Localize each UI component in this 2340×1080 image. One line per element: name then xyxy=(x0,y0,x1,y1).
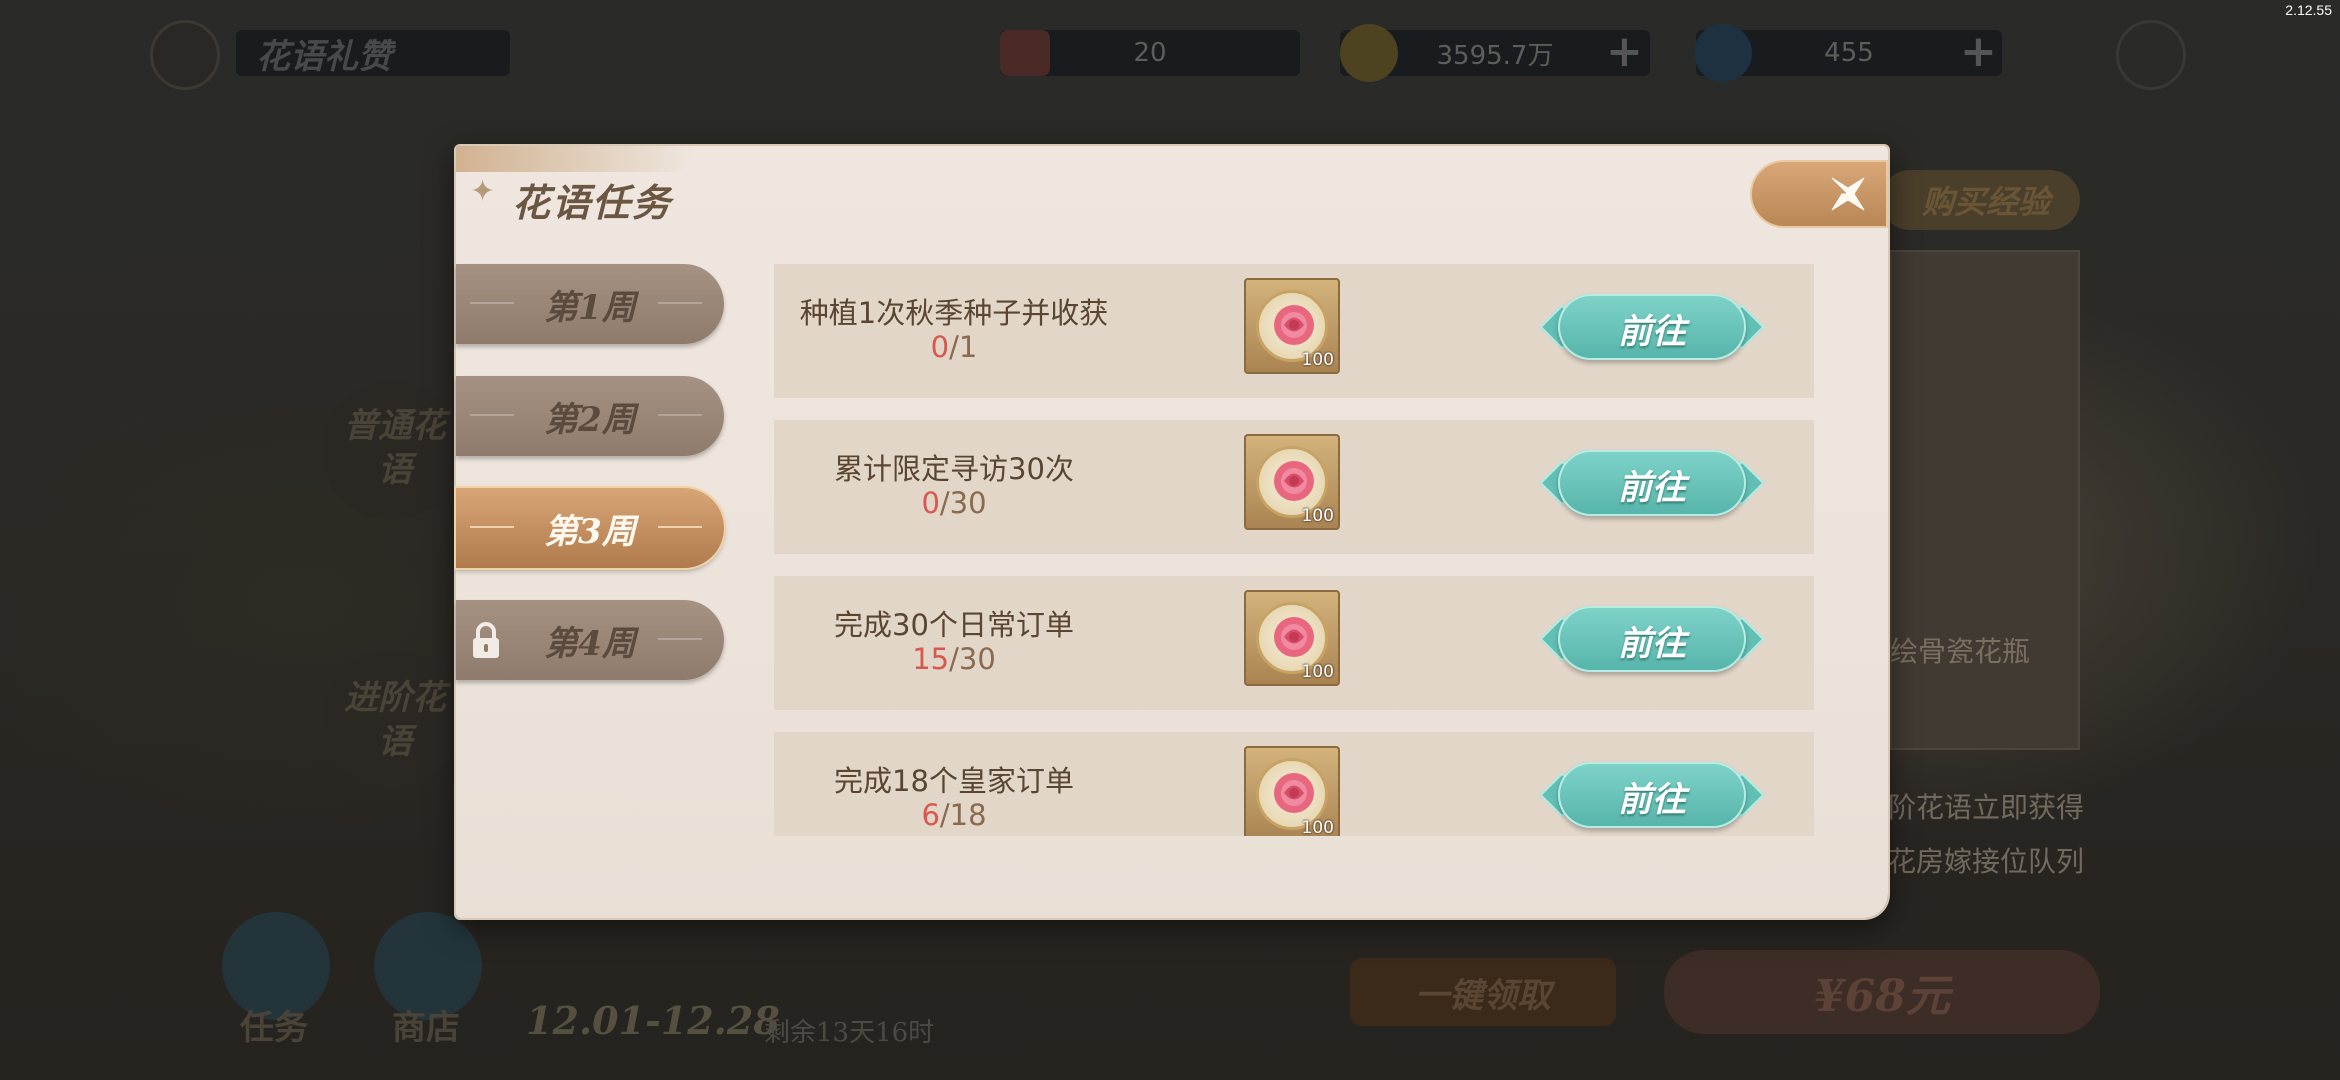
go-button-label: 前往 xyxy=(1618,312,1686,352)
buy-advanced-button[interactable]: ¥68元 xyxy=(1664,950,2100,1034)
tab-normal-flower[interactable]: 普通花语 xyxy=(340,404,450,492)
sparkle-icon: ✦ xyxy=(470,174,496,209)
add-gold-icon[interactable]: + xyxy=(1606,30,1643,74)
task-progress-current: 0 xyxy=(921,486,940,520)
price-label: ¥68元 xyxy=(1814,971,1950,1022)
ticket-icon xyxy=(1000,30,1050,76)
tab-week-3[interactable]: 第3周 xyxy=(456,488,724,568)
task-progress-total: /30 xyxy=(939,486,987,520)
task-name: 完成18个皇家订单 xyxy=(834,764,1074,798)
reward-item[interactable]: 100 xyxy=(1244,278,1340,374)
task-row: 完成18个皇家订单 6/18 100 前往 xyxy=(774,732,1814,836)
reward-quantity: 100 xyxy=(1301,350,1334,370)
task-progress-total: /30 xyxy=(949,642,996,676)
go-button[interactable]: 前往 xyxy=(1539,292,1765,362)
rose-icon xyxy=(1274,461,1314,501)
go-button-label: 前往 xyxy=(1618,468,1686,508)
go-button-label: 前往 xyxy=(1618,780,1686,820)
task-progress: 15/30 xyxy=(774,642,1134,676)
event-date-range: 12.01-12.28 xyxy=(526,998,780,1043)
reward-quantity: 100 xyxy=(1301,662,1334,682)
event-remaining: 剩余13天16时 xyxy=(764,1018,935,1048)
claim-all-button[interactable]: 一键领取 xyxy=(1350,958,1616,1026)
tab-advanced-flower[interactable]: 进阶花语 xyxy=(340,676,450,764)
promo-line-2: 花房嫁接位队列 xyxy=(1888,845,2085,878)
reward-item[interactable]: 100 xyxy=(1244,590,1340,686)
go-button[interactable]: 前往 xyxy=(1539,604,1765,674)
ticket-value: 20 xyxy=(1133,38,1167,68)
task-name: 种植1次秋季种子并收获 xyxy=(799,296,1109,330)
task-row: 完成30个日常订单 15/30 100 前往 xyxy=(774,576,1814,710)
version-label: 2.12.55 xyxy=(2285,2,2332,18)
task-name: 累计限定寻访30次 xyxy=(834,452,1074,486)
reward-quantity: 100 xyxy=(1301,506,1334,526)
shop-nav-label[interactable]: 商店 xyxy=(392,1000,460,1049)
tab-week-1[interactable]: 第1周 xyxy=(456,264,724,344)
task-row: 种植1次秋季种子并收获 0/1 100 前往 xyxy=(774,264,1814,398)
tab-week-2-label: 第2周 xyxy=(544,399,636,440)
buy-exp-button[interactable]: 购买经验 xyxy=(1880,170,2080,230)
task-nav-label[interactable]: 任务 xyxy=(240,1000,308,1049)
task-progress-current: 15 xyxy=(912,642,950,676)
task-progress-current: 6 xyxy=(921,798,940,832)
tab-week-4-label: 第4周 xyxy=(544,623,636,664)
vase-card xyxy=(1890,250,2080,750)
promo-line-1: 阶花语立即获得 xyxy=(1888,791,2085,824)
task-progress-total: /1 xyxy=(949,330,978,364)
rose-icon xyxy=(1274,305,1314,345)
task-progress-total: /18 xyxy=(939,798,987,832)
task-list[interactable]: 种植1次秋季种子并收获 0/1 100 前往 累计限定寻访30次 0/30 10… xyxy=(774,264,1814,836)
buy-exp-label: 购买经验 xyxy=(1921,183,2050,221)
dialog-title: 花语任务 xyxy=(512,180,673,225)
gold-value: 3595.7万 xyxy=(1436,40,1554,71)
task-progress: 0/1 xyxy=(774,330,1134,364)
go-button[interactable]: 前往 xyxy=(1539,760,1765,830)
flower-task-dialog: ✦ 花语任务 第1周 第2周 第3周 第4周 种植1次秋季种子并收获 0/1 1… xyxy=(456,146,1888,918)
rose-icon xyxy=(1274,773,1314,813)
task-progress: 6/18 xyxy=(774,798,1134,832)
task-row: 累计限定寻访30次 0/30 100 前往 xyxy=(774,420,1814,554)
tab-week-2[interactable]: 第2周 xyxy=(456,376,724,456)
home-icon[interactable] xyxy=(150,20,220,90)
task-progress: 0/30 xyxy=(774,486,1134,520)
close-icon xyxy=(1831,177,1865,211)
reward-item[interactable]: 100 xyxy=(1244,434,1340,530)
gem-icon xyxy=(1694,24,1752,82)
vase-label: 绘骨瓷花瓶 xyxy=(1890,635,2031,668)
page-title: 花语礼赞 xyxy=(256,36,392,77)
reward-item[interactable]: 100 xyxy=(1244,746,1340,836)
lock-icon xyxy=(473,622,499,658)
tab-week-3-label: 第3周 xyxy=(544,511,636,552)
gold-coin-icon xyxy=(1340,24,1398,82)
rose-icon xyxy=(1274,617,1314,657)
task-name: 完成30个日常订单 xyxy=(834,608,1074,642)
task-progress-current: 0 xyxy=(930,330,950,364)
close-button[interactable] xyxy=(1750,160,1888,228)
reward-quantity: 100 xyxy=(1301,818,1334,836)
page-title-pill: 花语礼赞 xyxy=(236,30,510,77)
gem-value: 455 xyxy=(1824,38,1874,68)
claim-all-label: 一键领取 xyxy=(1415,975,1551,1016)
settings-icon[interactable] xyxy=(2116,20,2186,90)
add-gem-icon[interactable]: + xyxy=(1960,30,1997,74)
tab-week-4[interactable]: 第4周 xyxy=(456,600,724,680)
go-button-label: 前往 xyxy=(1618,624,1686,664)
tab-week-1-label: 第1周 xyxy=(544,287,636,328)
go-button[interactable]: 前往 xyxy=(1539,448,1765,518)
